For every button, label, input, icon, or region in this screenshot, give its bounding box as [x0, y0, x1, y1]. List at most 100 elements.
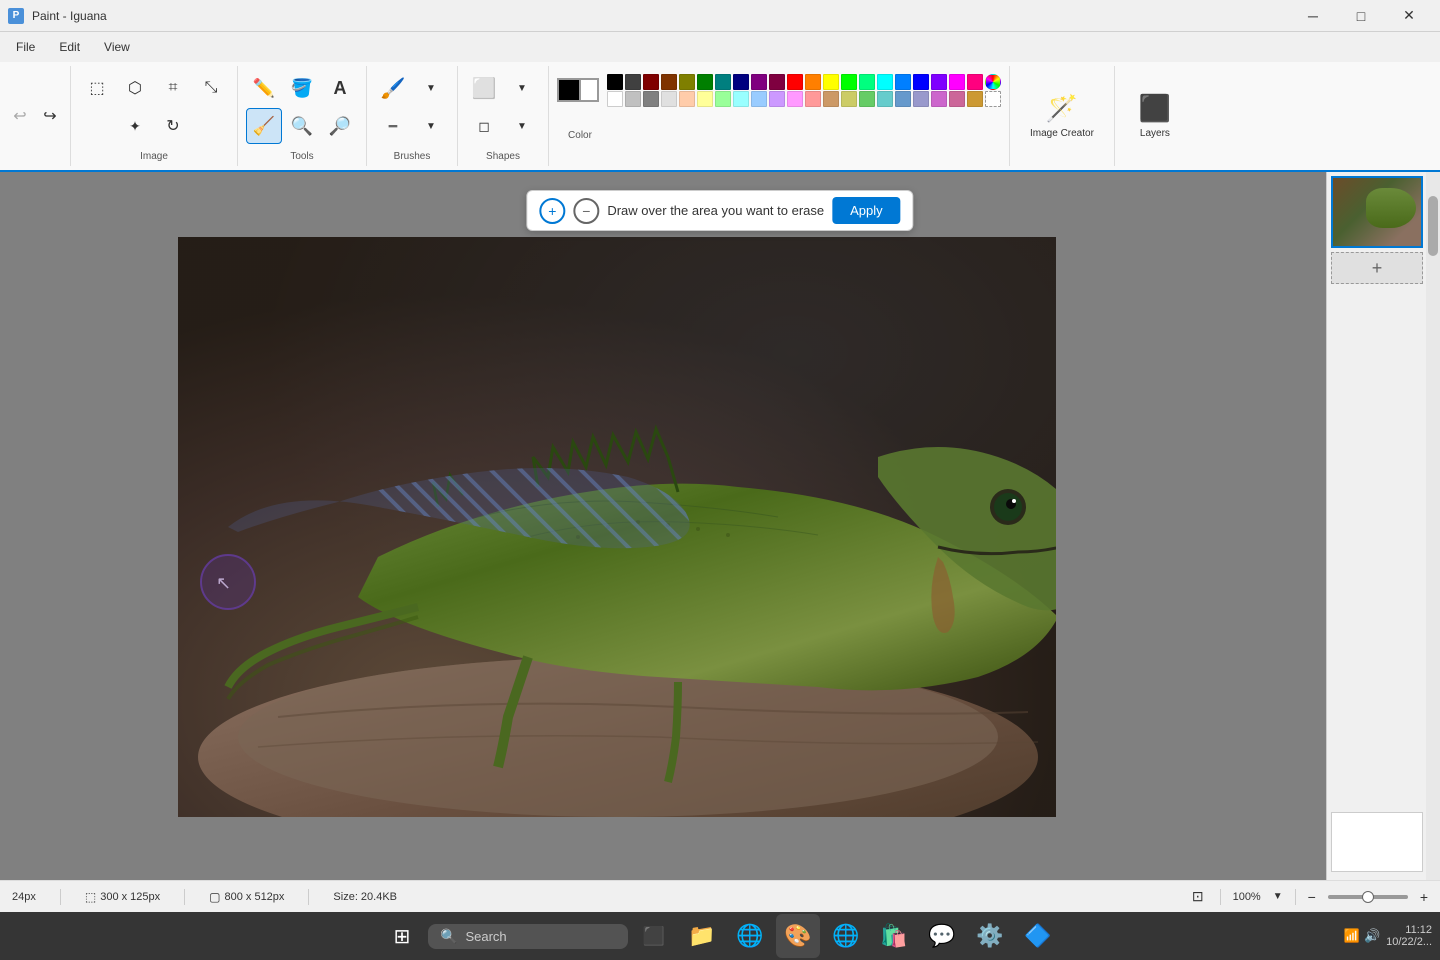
brush-subtract-button[interactable]: − [573, 198, 599, 224]
apply-button[interactable]: Apply [832, 197, 901, 224]
zoom-button[interactable]: 🔎 [322, 108, 358, 144]
brush-add-button[interactable]: + [539, 198, 565, 224]
close-button[interactable]: ✕ [1386, 0, 1432, 32]
outline-button[interactable]: ◻ [466, 108, 502, 144]
thumbnail-item[interactable] [1331, 176, 1423, 248]
zoom-thumb[interactable] [1362, 891, 1374, 903]
store-button[interactable]: 🛍️ [872, 914, 916, 958]
zoom-dropdown[interactable]: ▼ [1273, 891, 1283, 902]
brush-type-button[interactable]: 🖌️ [375, 70, 411, 106]
fill-button[interactable]: 🪣 [284, 70, 320, 106]
freeselect-button[interactable]: ⬡ [117, 70, 153, 106]
color-maroon[interactable] [769, 74, 785, 90]
color-periwinkle[interactable] [913, 91, 929, 107]
browser-icon-2[interactable]: 🌐 [824, 914, 868, 958]
brush-size-button[interactable]: ━ [375, 108, 411, 144]
color-khaki[interactable] [841, 91, 857, 107]
foreground-color-indicator[interactable] [557, 78, 581, 102]
color-lightgreen[interactable] [715, 91, 731, 107]
color-special[interactable] [985, 74, 1001, 90]
color-teal[interactable] [715, 74, 731, 90]
layer-text-area[interactable] [1331, 812, 1423, 872]
zoom-in-icon[interactable]: + [1420, 889, 1428, 905]
other-button[interactable]: 🔷 [1016, 914, 1060, 958]
shapes-button[interactable]: ⬜ [466, 70, 502, 106]
layers-button[interactable]: ⬛ Layers [1125, 87, 1185, 145]
color-peach[interactable] [679, 91, 695, 107]
add-layer-button[interactable]: + [1331, 252, 1423, 284]
zoom-slider[interactable] [1328, 895, 1408, 899]
color-silver[interactable] [625, 91, 641, 107]
undo-button[interactable]: ↩ [6, 102, 34, 130]
color-lime[interactable] [841, 74, 857, 90]
color-red[interactable] [787, 74, 803, 90]
color-yellow[interactable] [823, 74, 839, 90]
color-darkgray[interactable] [625, 74, 641, 90]
fit-button[interactable]: ⊡ [1188, 886, 1208, 907]
menu-view[interactable]: View [92, 36, 142, 58]
color-lightgray[interactable] [661, 91, 677, 107]
colorpick-button[interactable]: 🔍 [284, 108, 320, 144]
color-black[interactable] [607, 74, 623, 90]
crop-button[interactable]: ⌗ [155, 70, 191, 106]
clock[interactable]: 11:12 10/22/2... [1386, 924, 1432, 948]
select-button[interactable]: ⬚ [79, 70, 115, 106]
browser-icon-1[interactable]: 🌐 [728, 914, 772, 958]
color-blue[interactable] [913, 74, 929, 90]
color-lavender[interactable] [769, 91, 785, 107]
task-view-button[interactable]: ⬛ [632, 914, 676, 958]
color-olive[interactable] [679, 74, 695, 90]
color-custom[interactable] [985, 91, 1001, 107]
git-button[interactable]: ⚙️ [968, 914, 1012, 958]
start-button[interactable]: ⊞ [380, 914, 424, 958]
color-lightcyan[interactable] [733, 91, 749, 107]
redo-button[interactable]: ↪ [36, 102, 64, 130]
color-cornflower[interactable] [895, 91, 911, 107]
minimize-button[interactable]: ─ [1290, 0, 1336, 32]
color-medgray[interactable] [643, 91, 659, 107]
effect-button[interactable]: ✦ [117, 108, 153, 144]
color-orange[interactable] [805, 74, 821, 90]
color-lightsalmon[interactable] [805, 91, 821, 107]
color-cyan-dark[interactable] [859, 74, 875, 90]
color-lightyellow[interactable] [697, 91, 713, 107]
color-copper[interactable] [967, 91, 983, 107]
color-lightblue[interactable] [751, 91, 767, 107]
brush-arrow-button[interactable]: ▼ [413, 70, 449, 106]
color-hotpink[interactable] [967, 74, 983, 90]
color-violet[interactable] [931, 74, 947, 90]
scrollbar-thumb[interactable] [1428, 196, 1438, 256]
menu-edit[interactable]: Edit [47, 36, 92, 58]
network-icon[interactable]: 📶 [1344, 928, 1360, 944]
paint-app-button[interactable]: 🎨 [776, 914, 820, 958]
taskbar-search[interactable]: 🔍 Search [428, 924, 628, 949]
color-plum[interactable] [931, 91, 947, 107]
brush-size-arrow[interactable]: ▼ [413, 108, 449, 144]
fill-outline-button[interactable]: ▼ [504, 108, 540, 144]
color-spring[interactable] [877, 74, 893, 90]
social-button[interactable]: 💬 [920, 914, 964, 958]
pencil-button[interactable]: ✏️ [246, 70, 282, 106]
color-paleblue[interactable] [877, 91, 893, 107]
color-white[interactable] [607, 91, 623, 107]
color-darkgreen[interactable] [697, 74, 713, 90]
zoom-out-icon[interactable]: − [1308, 889, 1316, 905]
color-darkred[interactable] [643, 74, 659, 90]
file-explorer-button[interactable]: 📁 [680, 914, 724, 958]
color-sky[interactable] [895, 74, 911, 90]
color-tan[interactable] [823, 91, 839, 107]
image-creator-button[interactable]: 🪄 Image Creator [1018, 87, 1106, 145]
color-purple[interactable] [751, 74, 767, 90]
color-sage[interactable] [859, 91, 875, 107]
eraser-button[interactable]: 🧹 [246, 108, 282, 144]
color-brown[interactable] [661, 74, 677, 90]
shapes-arrow-button[interactable]: ▼ [504, 70, 540, 106]
text-button[interactable]: A [322, 70, 358, 106]
maximize-button[interactable]: □ [1338, 0, 1384, 32]
sound-icon[interactable]: 🔊 [1364, 928, 1380, 944]
color-pink[interactable] [949, 74, 965, 90]
menu-file[interactable]: File [4, 36, 47, 58]
resize-button[interactable]: ⤡ [193, 70, 229, 106]
color-lightpink[interactable] [787, 91, 803, 107]
rotate-button[interactable]: ↻ [155, 108, 191, 144]
